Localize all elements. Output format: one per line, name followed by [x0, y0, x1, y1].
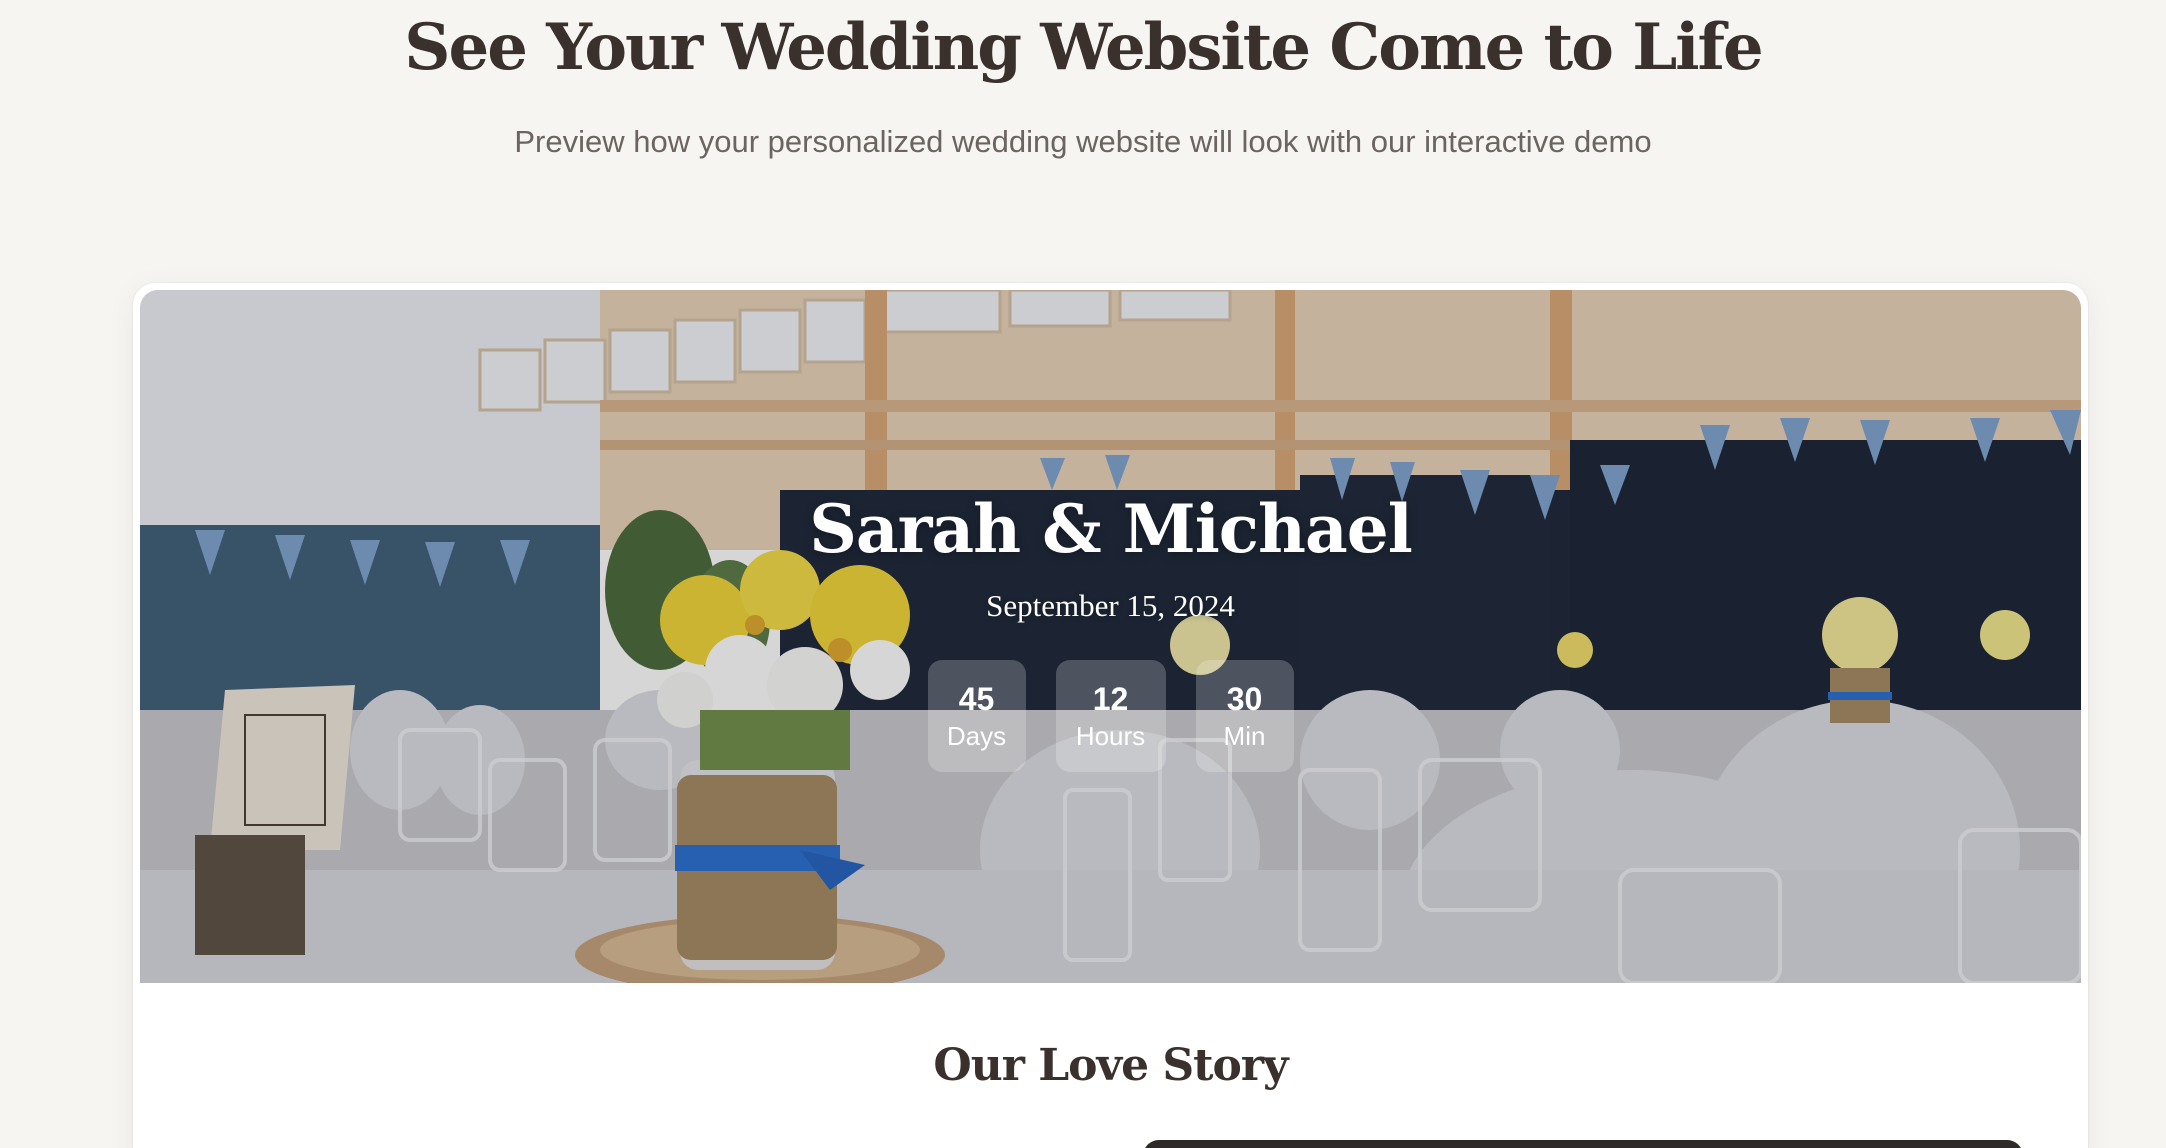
- couple-names: Sarah & Michael: [809, 490, 1413, 568]
- section-title: See Your Wedding Website Come to Life: [404, 10, 1764, 85]
- countdown-minutes-value: 30: [1226, 681, 1263, 717]
- countdown-timer: 45 Days 12 Hours 30 Min: [140, 660, 2081, 772]
- hero-banner: Sarah & Michael September 15, 2024 45 Da…: [140, 290, 2081, 983]
- countdown-minutes: 30 Min: [1195, 660, 1294, 772]
- website-preview-card: Sarah & Michael September 15, 2024 45 Da…: [133, 283, 2088, 1148]
- countdown-days-label: Days: [946, 721, 1007, 751]
- countdown-hours-value: 12: [1092, 681, 1129, 717]
- countdown-minutes-label: Min: [1223, 721, 1266, 751]
- love-story-image: [1143, 1140, 2023, 1148]
- countdown-hours-label: Hours: [1075, 721, 1146, 751]
- section-subtitle: Preview how your personalized wedding we…: [514, 124, 1652, 159]
- countdown-days: 45 Days: [927, 660, 1026, 772]
- love-story-title: Our Love Story: [933, 1040, 1288, 1091]
- countdown-days-value: 45: [958, 681, 995, 717]
- hero-background-image: [140, 290, 2081, 983]
- wedding-date: September 15, 2024: [986, 588, 1235, 623]
- countdown-hours: 12 Hours: [1055, 660, 1166, 772]
